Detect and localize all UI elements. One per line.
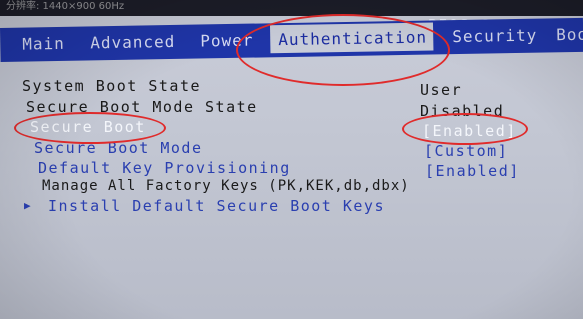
secure-boot-label[interactable]: Secure Boot (30, 118, 146, 136)
secure-boot-mode-value[interactable]: [Custom] (424, 142, 508, 160)
install-default-secure-boot-keys-item[interactable]: Install Default Secure Boot Keys (48, 197, 385, 215)
default-key-provisioning-label[interactable]: Default Key Provisioning (38, 159, 291, 177)
settings-panel: System Boot State User Secure Boot Mode … (0, 60, 583, 319)
submenu-arrow-icon: ▶ (24, 199, 31, 212)
resolution-text: 分辨率: 1440×900 60Hz (6, 1, 125, 12)
system-boot-state-value: User (420, 81, 463, 99)
menu-bar: Main Advanced Power Authentication Secur… (0, 17, 583, 62)
secure-boot-mode-label[interactable]: Secure Boot Mode (34, 139, 203, 157)
system-boot-state-label: System Boot State (22, 77, 202, 95)
secure-boot-mode-state-value: Disabled (420, 102, 505, 120)
bios-screen: 分辨率: 1440×900 60Hz BIOS Setup Uti Main A… (0, 0, 583, 319)
secure-boot-value[interactable]: [Enabled] (422, 122, 517, 140)
top-strip: 分辨率: 1440×900 60Hz (0, 0, 583, 16)
tab-authentication[interactable]: Authentication (269, 22, 434, 54)
default-key-provisioning-value[interactable]: [Enabled] (425, 162, 520, 180)
secure-boot-mode-state-label: Secure Boot Mode State (26, 98, 258, 116)
tab-advanced[interactable]: Advanced (90, 32, 175, 52)
tab-security[interactable]: Security (452, 26, 537, 46)
manage-all-factory-keys-item[interactable]: Manage All Factory Keys (PK,KEK,db,dbx) (42, 178, 410, 194)
tab-power[interactable]: Power (200, 31, 253, 51)
tab-main[interactable]: Main (22, 34, 65, 54)
tab-boot[interactable]: Boo (556, 25, 583, 45)
